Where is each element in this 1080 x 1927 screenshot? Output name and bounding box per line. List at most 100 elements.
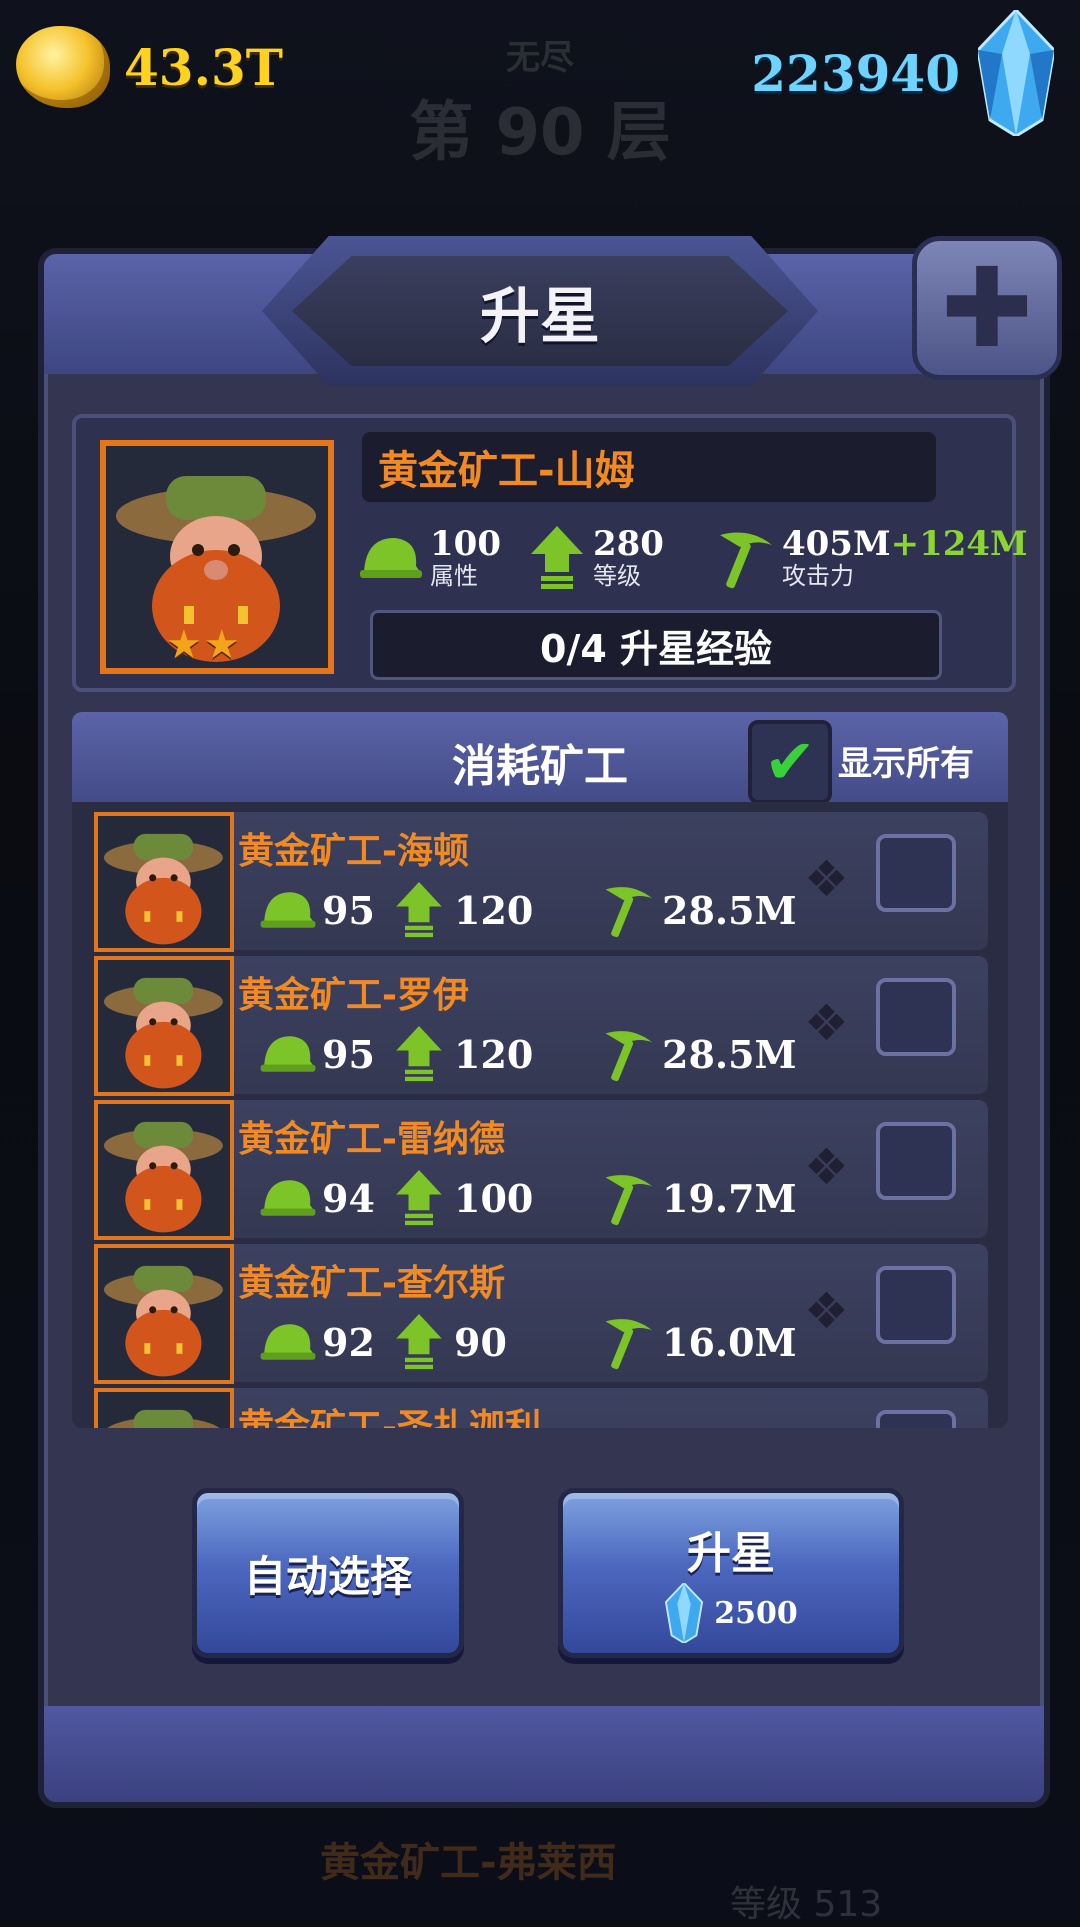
star-exp-bar: 0/4 升星经验 — [370, 610, 942, 680]
level-up-arrow-icon — [396, 1170, 442, 1226]
miner-attribute-value: 95 — [322, 1031, 375, 1077]
level-up-arrow-icon — [396, 882, 442, 938]
miner-select-checkbox[interactable] — [876, 1122, 956, 1200]
miner-portrait — [94, 956, 234, 1096]
auto-select-label: 自动选择 — [243, 1551, 412, 1601]
auto-select-button[interactable]: 自动选择 — [192, 1488, 464, 1658]
hero-attribute-value: 100 — [430, 524, 501, 564]
miner-level-value: 100 — [454, 1175, 534, 1221]
miner-attack-value: 28.5M — [662, 1031, 797, 1077]
miner-select-checkbox[interactable] — [876, 1266, 956, 1344]
helmet-icon — [260, 1324, 316, 1360]
miner-attack-stat: 28.5M — [602, 882, 797, 938]
show-all-checkbox[interactable]: ✔ — [748, 720, 832, 804]
dwarf-miner-portrait-icon — [98, 960, 230, 1092]
upgrade-star-label: 升星 — [687, 1528, 775, 1579]
level-up-arrow-icon — [396, 1314, 442, 1370]
gem-counter: 223940 — [751, 10, 1054, 136]
dwarf-miner-portrait-icon — [98, 1104, 230, 1236]
close-button[interactable]: ✚ — [912, 236, 1062, 380]
hero-star-rating: ★★ — [166, 622, 242, 668]
miner-portrait — [94, 1100, 234, 1240]
upgrade-cost-value: 2500 — [714, 1595, 798, 1631]
paw-icon: ❖ — [804, 994, 849, 1052]
gold-counter: 43.3T — [16, 26, 283, 108]
hero-name-bar: 黄金矿工-山姆 — [362, 432, 936, 502]
checkmark-icon: ✔ — [764, 725, 816, 798]
miner-attribute-stat: 95 — [260, 887, 396, 933]
miner-level-stat: 120 — [396, 882, 602, 938]
paw-icon: ❖ — [804, 1426, 849, 1428]
hero-attribute-label: 属性 — [430, 562, 478, 590]
miner-attack-value: 28.5M — [662, 887, 797, 933]
miner-level-stat: 120 — [396, 1026, 602, 1082]
dwarf-miner-portrait-icon — [98, 1392, 230, 1428]
miner-attribute-value: 92 — [322, 1319, 375, 1365]
miner-name: 黄金矿工-罗伊 — [238, 975, 469, 1016]
miner-select-checkbox[interactable] — [876, 978, 956, 1056]
consume-miner-row[interactable]: 黄金矿工-海顿 95 120 28.5M ❖ — [94, 812, 988, 952]
hero-attribute-stat: 100 属性 — [360, 526, 501, 590]
miner-stats: 92 90 16.0M — [260, 1314, 797, 1370]
level-up-arrow-icon — [396, 1026, 442, 1082]
paw-icon: ❖ — [804, 1138, 849, 1196]
close-x-icon: ✚ — [940, 244, 1034, 372]
miner-level-stat: 100 — [396, 1170, 602, 1226]
miner-attack-stat: 28.5M — [602, 1026, 797, 1082]
hero-portrait: ★★ — [100, 440, 334, 674]
miner-stats: 94 100 19.7M — [260, 1170, 797, 1226]
blue-crystal-icon — [978, 10, 1054, 136]
miner-level-stat: 90 — [396, 1314, 602, 1370]
miner-select-checkbox[interactable] — [876, 1410, 956, 1428]
level-up-arrow-icon — [530, 526, 583, 589]
consume-miner-row[interactable]: 黄金矿工-罗伊 95 120 28.5M ❖ — [94, 956, 988, 1096]
miner-attack-value: 16.0M — [662, 1319, 797, 1365]
paw-icon: ❖ — [804, 850, 849, 908]
panel-footer-band — [44, 1706, 1044, 1802]
miner-name: 黄金矿工-雷纳德 — [238, 1119, 505, 1160]
miner-name: 黄金矿工-海顿 — [238, 831, 469, 872]
miner-name: 黄金矿工-圣扎迦利 — [238, 1407, 541, 1428]
miner-attribute-value: 94 — [322, 1175, 375, 1221]
background-miner-name: 黄金矿工-弗莱西 — [320, 1840, 617, 1886]
paw-icon: ❖ — [804, 1282, 849, 1340]
miner-portrait — [94, 1244, 234, 1384]
miner-stats: 95 120 28.5M — [260, 1026, 797, 1082]
miner-attack-stat: 16.0M — [602, 1314, 797, 1370]
miner-attack-stat: 19.7M — [602, 1170, 797, 1226]
miner-name: 黄金矿工-查尔斯 — [238, 1263, 505, 1304]
dwarf-miner-portrait-icon — [98, 1248, 230, 1380]
helmet-icon — [360, 538, 422, 578]
consume-miners-list[interactable]: 黄金矿工-海顿 95 120 28.5M ❖ 黄金矿工-罗伊 95 120 28.5M ❖ 黄金矿工… — [72, 802, 1008, 1428]
consume-miner-row[interactable]: 黄金矿工-查尔斯 92 90 16.0M ❖ — [94, 1244, 988, 1384]
miner-level-value: 120 — [454, 887, 534, 933]
hero-stats: 100 属性 280 等级 405M+124M 攻击力 — [360, 526, 1058, 590]
consume-miner-row[interactable]: 黄金矿工-雷纳德 94 100 19.7M ❖ — [94, 1100, 988, 1240]
hero-card: ★★ 黄金矿工-山姆 100 属性 280 等级 405M+124M 攻击力 0… — [72, 414, 1028, 692]
miner-stats: 95 120 28.5M — [260, 882, 797, 938]
miner-attribute-stat: 95 — [260, 1031, 396, 1077]
miner-select-checkbox[interactable] — [876, 834, 956, 912]
upgrade-star-button[interactable]: 升星 2500 — [558, 1488, 904, 1658]
panel-title: 升星 — [480, 281, 600, 352]
miner-attribute-value: 95 — [322, 887, 375, 933]
gold-amount: 43.3T — [124, 37, 283, 97]
miner-attribute-stat: 92 — [260, 1319, 396, 1365]
hero-attack-stat: 405M+124M 攻击力 — [716, 526, 1028, 590]
gold-nugget-icon — [16, 26, 110, 108]
miner-level-value: 90 — [454, 1319, 507, 1365]
blue-crystal-icon — [665, 1583, 704, 1643]
helmet-icon — [260, 892, 316, 928]
pickaxe-icon — [605, 1319, 653, 1370]
consume-miner-row[interactable]: 黄金矿工-圣扎迦利 ❖ — [94, 1388, 988, 1428]
gem-amount: 223940 — [751, 43, 960, 103]
hero-attack-bonus: +124M — [890, 524, 1028, 564]
pickaxe-icon — [605, 887, 653, 938]
hero-name: 黄金矿工-山姆 — [378, 448, 635, 494]
miner-level-value: 120 — [454, 1031, 534, 1077]
pickaxe-icon — [605, 1031, 653, 1082]
background-miner-level: 等级 513 — [730, 1884, 883, 1925]
hero-level-label: 等级 — [592, 562, 641, 590]
helmet-icon — [260, 1036, 316, 1072]
hero-attack-label: 攻击力 — [781, 562, 854, 590]
